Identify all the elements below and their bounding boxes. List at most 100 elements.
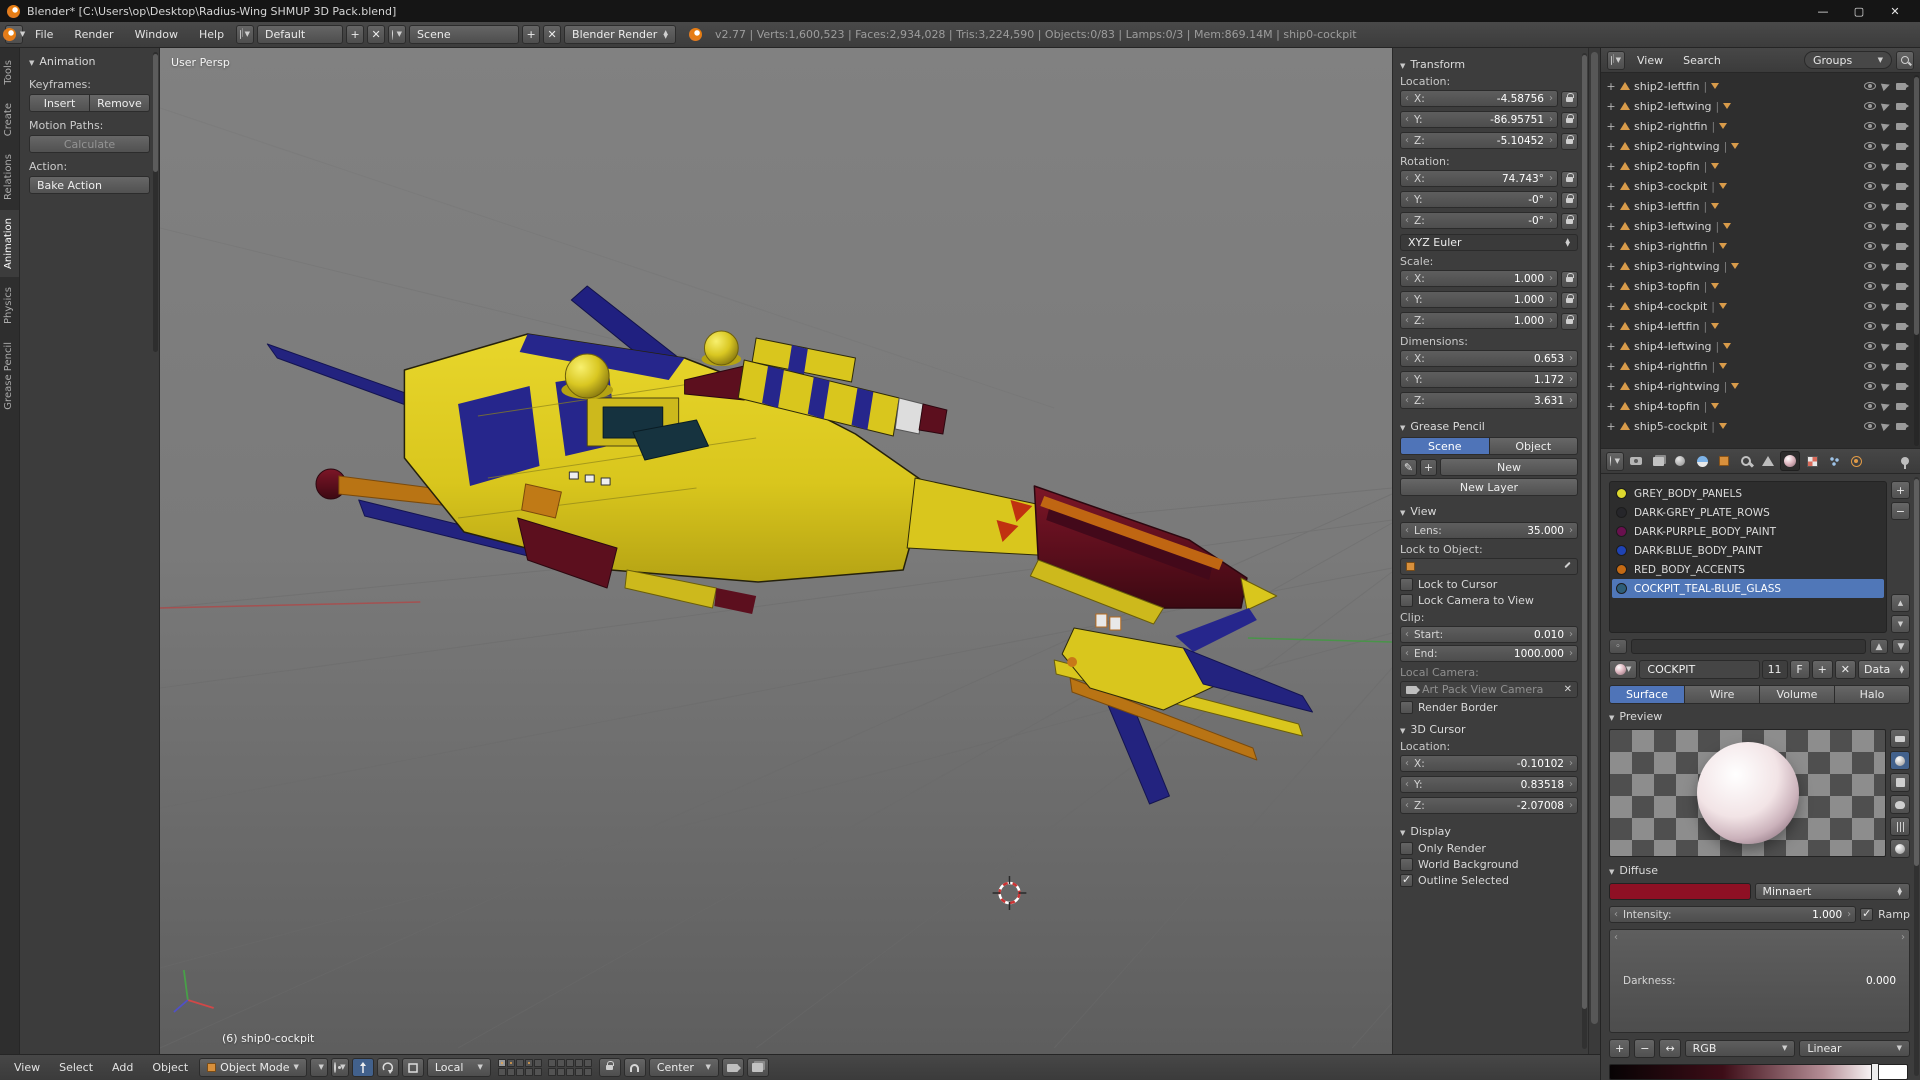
preview-monkey-button[interactable] xyxy=(1890,795,1910,814)
tab-render-layers[interactable] xyxy=(1648,451,1668,471)
lock-toggle-button[interactable] xyxy=(1561,313,1578,330)
scene-browse-button[interactable]: ▼ xyxy=(388,25,406,44)
diffuse-collapse-icon[interactable] xyxy=(1609,864,1614,877)
gp-new-button[interactable]: New xyxy=(1440,458,1578,476)
outliner-row[interactable]: ship4-leftfin xyxy=(1606,316,1918,336)
properties-editor-type-button[interactable]: ▼ xyxy=(1606,452,1624,471)
scene-name-field[interactable]: Scene xyxy=(409,25,519,44)
local-camera-field[interactable]: Art Pack View Camera ✕ xyxy=(1400,681,1578,698)
expand-icon[interactable] xyxy=(1606,180,1616,193)
renderability-camera-icon[interactable] xyxy=(1896,263,1906,270)
tab-grease-pencil[interactable]: Grease Pencil xyxy=(0,334,19,418)
outliner-row[interactable]: ship2-leftfin xyxy=(1606,76,1918,96)
renderability-camera-icon[interactable] xyxy=(1896,83,1906,90)
outliner-row[interactable]: ship4-leftwing xyxy=(1606,336,1918,356)
outliner-row[interactable]: ship3-topfin xyxy=(1606,276,1918,296)
menu-add[interactable]: Add xyxy=(104,1059,141,1076)
visibility-eye-icon[interactable] xyxy=(1864,322,1876,330)
rotation-field[interactable]: Z:-0° xyxy=(1400,212,1558,229)
new-material-button[interactable]: + xyxy=(1812,660,1833,679)
renderability-camera-icon[interactable] xyxy=(1896,363,1906,370)
outliner-editor-type-button[interactable]: ▼ xyxy=(1607,51,1625,70)
renderability-camera-icon[interactable] xyxy=(1896,403,1906,410)
expand-icon[interactable] xyxy=(1606,140,1616,153)
tab-physics[interactable] xyxy=(1846,451,1866,471)
tab-particles[interactable] xyxy=(1824,451,1844,471)
selectability-icon[interactable] xyxy=(1881,221,1891,231)
expand-icon[interactable] xyxy=(1606,420,1616,433)
menu-select[interactable]: Select xyxy=(51,1059,101,1076)
visibility-eye-icon[interactable] xyxy=(1864,282,1876,290)
outliner-row[interactable]: ship3-rightwing xyxy=(1606,256,1918,276)
tab-texture[interactable] xyxy=(1802,451,1822,471)
renderability-camera-icon[interactable] xyxy=(1896,323,1906,330)
layer-cell[interactable] xyxy=(507,1068,515,1076)
pivot-dropdown[interactable]: ▼ xyxy=(331,1058,349,1077)
preview-flat-button[interactable] xyxy=(1890,729,1910,748)
layer-cell[interactable] xyxy=(548,1068,556,1076)
layout-browse-button[interactable]: ▼ xyxy=(236,25,254,44)
material-slot[interactable]: GREY_BODY_PANELS xyxy=(1612,484,1884,503)
renderability-camera-icon[interactable] xyxy=(1896,223,1906,230)
scale-field[interactable]: Y:1.000 xyxy=(1400,291,1558,308)
type-halo-button[interactable]: Halo xyxy=(1835,685,1910,704)
renderability-camera-icon[interactable] xyxy=(1896,123,1906,130)
layer-cell[interactable] xyxy=(516,1068,524,1076)
scale-field[interactable]: Z:1.000 xyxy=(1400,312,1558,329)
material-slot-selected[interactable]: COCKPIT_TEAL-BLUE_GLASS xyxy=(1612,579,1884,598)
layout-name-field[interactable]: Default xyxy=(257,25,343,44)
preview-world-button[interactable] xyxy=(1890,839,1910,858)
outliner-row[interactable]: ship4-rightwing xyxy=(1606,376,1918,396)
selectability-icon[interactable] xyxy=(1881,201,1891,211)
material-name-field[interactable]: COCKPIT xyxy=(1639,660,1759,679)
outliner-row[interactable]: ship2-rightwing xyxy=(1606,136,1918,156)
expand-icon[interactable] xyxy=(1606,340,1616,353)
tab-animation[interactable]: Animation xyxy=(0,210,19,277)
slot-move-up-button[interactable]: ▲ xyxy=(1891,594,1910,612)
location-field[interactable]: Y:-86.95751 xyxy=(1400,111,1558,128)
list-filter-field[interactable] xyxy=(1631,639,1866,654)
renderability-camera-icon[interactable] xyxy=(1896,343,1906,350)
pin-id-button[interactable] xyxy=(1895,451,1915,471)
expand-icon[interactable] xyxy=(1606,100,1616,113)
list-sort-button[interactable]: ▲ xyxy=(1870,639,1888,654)
lock-toggle-button[interactable] xyxy=(1561,171,1578,188)
clear-camera-icon[interactable]: ✕ xyxy=(1564,684,1572,695)
transform-collapse-icon[interactable] xyxy=(1400,58,1405,71)
outliner-row[interactable]: ship3-leftfin xyxy=(1606,196,1918,216)
location-field[interactable]: Z:-5.10452 xyxy=(1400,132,1558,149)
expand-icon[interactable] xyxy=(1606,300,1616,313)
expand-icon[interactable] xyxy=(1606,320,1616,333)
ramp-handle[interactable] xyxy=(1871,1063,1879,1080)
visibility-eye-icon[interactable] xyxy=(1864,142,1876,150)
scale-field[interactable]: X:1.000 xyxy=(1400,270,1558,287)
material-slot[interactable]: DARK-PURPLE_BODY_PAINT xyxy=(1612,522,1884,541)
clip-end-field[interactable]: End:1000.000 xyxy=(1400,645,1578,662)
outliner-row[interactable]: ship4-rightfin xyxy=(1606,356,1918,376)
layout-add-button[interactable]: + xyxy=(346,25,364,44)
viewport-3d[interactable]: User Persp (6) ship0-cockpit xyxy=(160,48,1392,1054)
expand-icon[interactable] xyxy=(1606,400,1616,413)
calculate-paths-button[interactable]: Calculate xyxy=(29,135,150,153)
diffuse-shader-dropdown[interactable]: Minnaert▲▼ xyxy=(1755,883,1911,900)
tab-material[interactable] xyxy=(1780,451,1800,471)
menu-object[interactable]: Object xyxy=(144,1059,196,1076)
material-slot[interactable]: RED_BODY_ACCENTS xyxy=(1612,560,1884,579)
render-opengl-anim-button[interactable] xyxy=(747,1058,769,1077)
link-mode-dropdown[interactable]: Data▲▼ xyxy=(1858,660,1910,679)
selectability-icon[interactable] xyxy=(1881,101,1891,111)
manipulator-rotate-button[interactable] xyxy=(377,1058,399,1077)
outliner-scrollbar[interactable] xyxy=(1914,75,1919,446)
snap-target-dropdown[interactable]: Center▼ xyxy=(649,1058,719,1077)
tab-create[interactable]: Create xyxy=(0,95,19,144)
manipulator-translate-button[interactable] xyxy=(352,1058,374,1077)
lock-object-field[interactable] xyxy=(1400,558,1578,575)
add-material-slot-button[interactable]: + xyxy=(1891,481,1910,499)
expand-icon[interactable] xyxy=(1606,240,1616,253)
layer-widget[interactable] xyxy=(498,1059,592,1076)
expand-icon[interactable] xyxy=(1606,360,1616,373)
diffuse-darkness-slider[interactable]: Darkness:0.000 xyxy=(1609,929,1910,1033)
ramp-delete-button[interactable]: − xyxy=(1634,1039,1655,1058)
dimension-field[interactable]: Y:1.172 xyxy=(1400,371,1578,388)
toolshelf-scrollbar[interactable] xyxy=(153,52,158,352)
